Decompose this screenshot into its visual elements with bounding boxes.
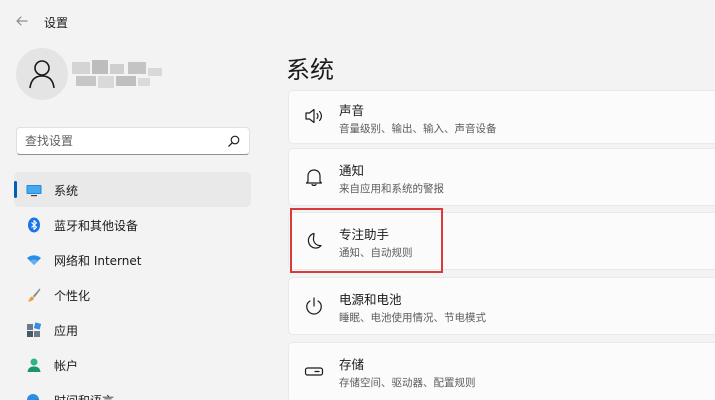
sidebar-nav: 系统 蓝牙和其他设备 网络和 Internet 个性化 应用 帐户 bbox=[14, 172, 251, 400]
sidebar-item-label: 个性化 bbox=[54, 289, 91, 303]
card-title: 电源和电池 bbox=[339, 292, 402, 307]
wifi-icon bbox=[27, 255, 41, 265]
search-input[interactable] bbox=[25, 132, 215, 150]
sidebar-item-label: 系统 bbox=[54, 184, 79, 198]
power-icon bbox=[306, 297, 322, 315]
card-subtitle: 来自应用和系统的警报 bbox=[339, 183, 444, 195]
brush-icon bbox=[28, 288, 41, 302]
sidebar-item-label: 蓝牙和其他设备 bbox=[54, 219, 139, 233]
monitor-icon bbox=[26, 185, 42, 197]
bell-icon bbox=[305, 169, 323, 186]
card-subtitle: 存储空间、驱动器、配置规则 bbox=[339, 377, 476, 389]
annotation-highlight-box bbox=[290, 208, 443, 273]
setting-card-notifications[interactable]: 通知 来自应用和系统的警报 bbox=[288, 148, 715, 206]
sidebar-item-personalization[interactable]: 个性化 bbox=[14, 277, 251, 312]
globe-clock-icon bbox=[27, 394, 40, 400]
app-title: 设置 bbox=[44, 16, 69, 30]
drive-icon bbox=[304, 367, 324, 376]
sidebar-item-network[interactable]: 网络和 Internet bbox=[14, 242, 251, 277]
back-button[interactable] bbox=[12, 11, 32, 31]
title-bar: 设置 bbox=[0, 0, 715, 42]
bluetooth-icon bbox=[28, 217, 40, 233]
setting-card-power-battery[interactable]: 电源和电池 睡眠、电池使用情况、节电模式 bbox=[288, 277, 715, 335]
card-subtitle: 音量级别、输出、输入、声音设备 bbox=[339, 123, 497, 135]
account-icon bbox=[27, 358, 41, 372]
sidebar-item-label: 网络和 Internet bbox=[54, 254, 142, 268]
account-name-blurred bbox=[72, 60, 164, 92]
sidebar-item-apps[interactable]: 应用 bbox=[14, 312, 251, 347]
speaker-icon bbox=[305, 108, 322, 124]
sidebar-item-label: 应用 bbox=[54, 324, 79, 338]
card-subtitle: 睡眠、电池使用情况、节电模式 bbox=[339, 312, 486, 324]
search-icon[interactable] bbox=[227, 134, 241, 148]
sidebar-item-bluetooth[interactable]: 蓝牙和其他设备 bbox=[14, 207, 251, 242]
card-title: 声音 bbox=[339, 103, 365, 118]
search-box[interactable] bbox=[16, 127, 250, 155]
sidebar-item-label: 时间和语言 bbox=[54, 392, 114, 400]
setting-card-storage[interactable]: 存储 存储空间、驱动器、配置规则 bbox=[288, 342, 715, 400]
sidebar-item-label: 帐户 bbox=[54, 359, 79, 373]
avatar[interactable] bbox=[16, 48, 68, 100]
arrow-left-icon bbox=[16, 16, 28, 26]
apps-icon bbox=[27, 322, 42, 337]
page-title: 系统 bbox=[286, 56, 334, 84]
sidebar-item-system[interactable]: 系统 bbox=[14, 172, 251, 207]
sidebar-item-accounts[interactable]: 帐户 bbox=[14, 347, 251, 382]
active-indicator bbox=[14, 181, 17, 198]
setting-card-sound[interactable]: 声音 音量级别、输出、输入、声音设备 bbox=[288, 90, 715, 144]
sidebar-item-time-language[interactable]: 时间和语言 bbox=[14, 382, 251, 400]
user-icon bbox=[29, 60, 55, 89]
card-title: 存储 bbox=[339, 357, 365, 372]
card-title: 通知 bbox=[339, 163, 365, 178]
